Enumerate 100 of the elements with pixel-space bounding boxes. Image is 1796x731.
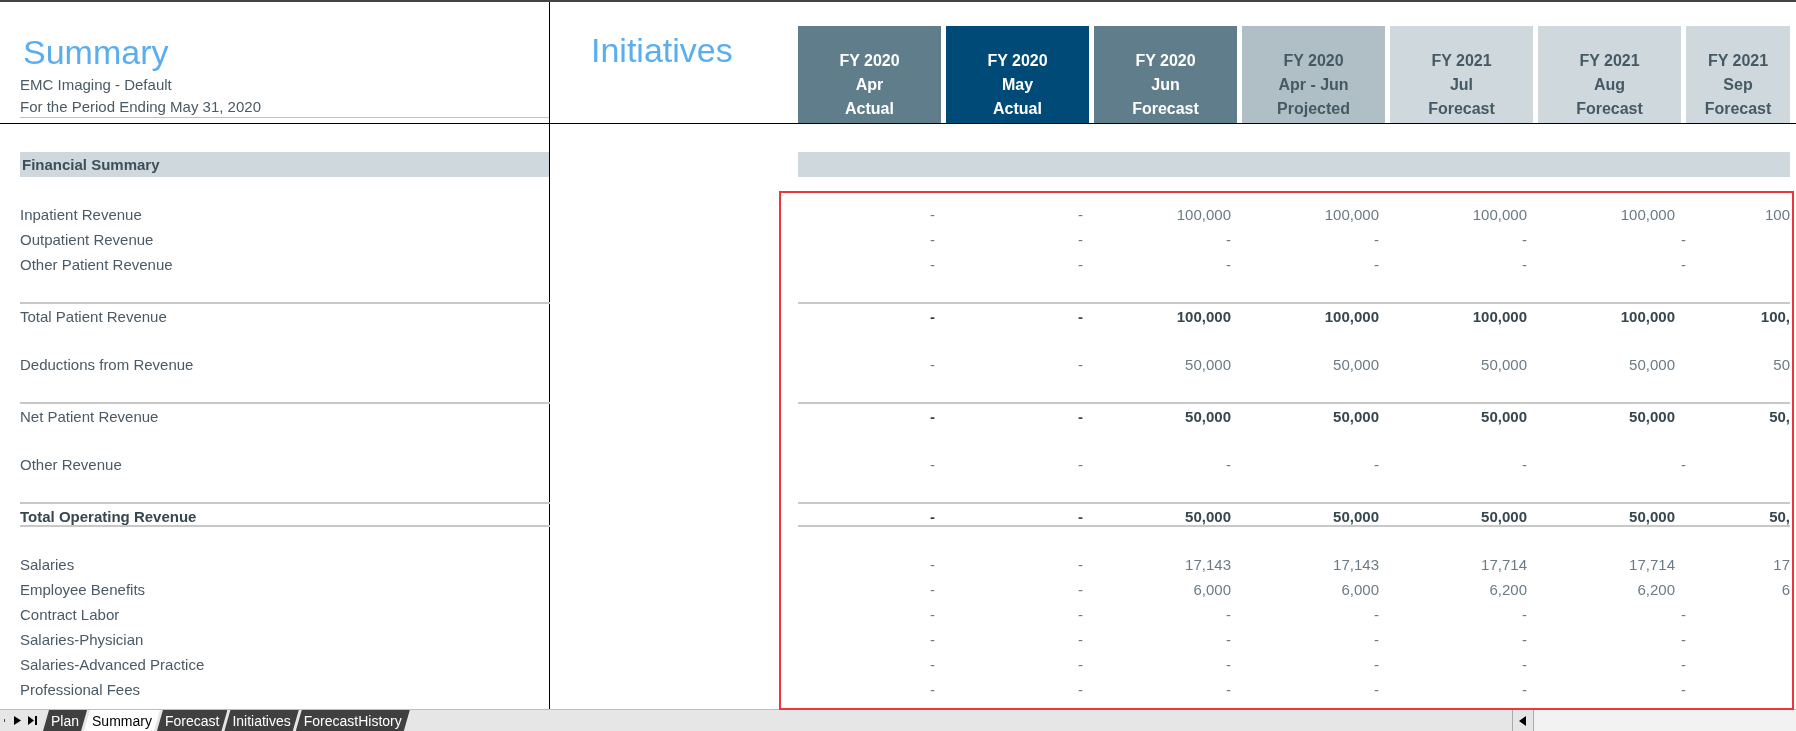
- column-header: FY 2021 Jul Forecast: [1390, 26, 1533, 123]
- table-cell-text: -: [1373, 230, 1380, 250]
- table-cell-text: 6,000: [1340, 580, 1380, 600]
- row-label: Outpatient Revenue: [20, 230, 155, 250]
- next-sheet-icon[interactable]: [13, 715, 22, 726]
- table-cell: 100,000: [1390, 302, 1538, 327]
- table-cell-text: 17,143: [1332, 555, 1380, 575]
- table-cell-text: 6,000: [1192, 580, 1232, 600]
- table-cell-text: -: [1077, 205, 1084, 225]
- column-header: FY 2020 Apr Actual: [798, 26, 941, 123]
- table-cell: 100,000: [1094, 302, 1242, 327]
- row-label: Professional Fees: [20, 680, 142, 700]
- table-cell: 100,: [1686, 302, 1790, 327]
- column-header: FY 2021 Sep Forecast: [1686, 26, 1790, 123]
- table-cell: 50,000: [1390, 502, 1538, 527]
- sheet-tab[interactable]: ForecastHistory: [295, 710, 410, 731]
- table-cell-text: 50: [1772, 355, 1790, 375]
- table-cell-text: -: [1077, 455, 1084, 475]
- table-cell-text: -: [1680, 455, 1686, 475]
- table-cell-text: -: [929, 355, 936, 375]
- table-cell-text: 6,200: [1636, 580, 1676, 600]
- table-cell-text: -: [1373, 655, 1380, 675]
- table-cell-text: -: [1521, 230, 1528, 250]
- table-cell-text: -: [1077, 255, 1084, 275]
- table-cell: 50,: [1686, 402, 1790, 427]
- column-header: FY 2020 May Actual: [946, 26, 1089, 123]
- table-cell-text: -: [1521, 455, 1528, 475]
- table-cell-text: 17,714: [1628, 555, 1676, 575]
- table-cell-text: -: [929, 555, 936, 575]
- table-cell-text: -: [1373, 255, 1380, 275]
- table-cell: -: [798, 302, 946, 327]
- table-cell-text: 100,000: [1619, 205, 1676, 225]
- table-cell-text: -: [1373, 680, 1380, 700]
- row-label: Salaries-Physician: [20, 630, 145, 650]
- table-cell-text: -: [1077, 630, 1084, 650]
- table-cell: -: [946, 502, 1094, 527]
- table-cell-text: -: [1680, 655, 1686, 675]
- table-cell: 50,000: [1538, 402, 1686, 427]
- table-cell-text: -: [1225, 455, 1232, 475]
- table-cell-text: -: [1225, 680, 1232, 700]
- table-cell: 50,000: [1094, 502, 1242, 527]
- table-cell: 50,: [1686, 502, 1790, 527]
- table-cell-text: -: [1225, 605, 1232, 625]
- table-cell-text: -: [929, 580, 936, 600]
- row-label: Financial Summary: [20, 152, 549, 177]
- table-cell-text: 50,000: [1332, 355, 1380, 375]
- table-cell-text: -: [929, 655, 936, 675]
- table-cell-text: -: [1077, 230, 1084, 250]
- table-cell-text: -: [929, 455, 936, 475]
- sheet-tab[interactable]: Summary: [84, 710, 160, 731]
- table-cell: -: [798, 402, 946, 427]
- last-sheet-icon[interactable]: [28, 715, 37, 726]
- table-cell-text: 17,143: [1184, 555, 1232, 575]
- sheet-tab[interactable]: Initiatives: [224, 710, 299, 731]
- table-cell-text: -: [1521, 630, 1528, 650]
- table-cell-text: -: [1077, 605, 1084, 625]
- entity-name: EMC Imaging - Default: [20, 75, 173, 95]
- row-label: Contract Labor: [20, 605, 121, 625]
- table-cell-text: -: [1521, 255, 1528, 275]
- table-cell-text: 100,000: [1323, 205, 1380, 225]
- table-cell-text: 6: [1780, 580, 1790, 600]
- table-cell: 50,000: [1094, 402, 1242, 427]
- horizontal-scrollbar[interactable]: [1512, 710, 1796, 731]
- sheet-tab[interactable]: Plan: [43, 710, 88, 731]
- period-text: For the Period Ending May 31, 2020: [20, 97, 549, 118]
- row-label: Salaries: [20, 555, 76, 575]
- table-cell-text: -: [1373, 605, 1380, 625]
- initiatives-title: Initiatives: [590, 31, 733, 69]
- table-cell-text: -: [1680, 230, 1686, 250]
- table-cell-text: 17,714: [1480, 555, 1528, 575]
- row-label: Inpatient Revenue: [20, 205, 143, 225]
- table-cell-text: -: [1373, 455, 1380, 475]
- table-cell-text: -: [1680, 680, 1686, 700]
- row-label: Total Patient Revenue: [20, 302, 550, 327]
- table-cell-text: 6,200: [1488, 580, 1528, 600]
- table-cell: 50,000: [1538, 502, 1686, 527]
- row-label: Other Patient Revenue: [20, 255, 174, 275]
- row-label: Deductions from Revenue: [20, 355, 195, 375]
- sheet-tab[interactable]: Forecast: [156, 710, 228, 731]
- table-cell-text: -: [1680, 630, 1686, 650]
- table-cell-text: -: [1680, 255, 1686, 275]
- table-cell-text: 50,000: [1480, 355, 1528, 375]
- table-cell-text: 100,000: [1175, 205, 1232, 225]
- row-label: Salaries-Advanced Practice: [20, 655, 206, 675]
- table-cell: 100,000: [1538, 302, 1686, 327]
- scroll-left-arrow-icon[interactable]: [1519, 715, 1527, 726]
- table-cell-text: 50,000: [1184, 355, 1232, 375]
- table-cell-text: -: [1680, 605, 1686, 625]
- table-cell-text: -: [1077, 355, 1084, 375]
- table-cell-text: -: [1077, 555, 1084, 575]
- table-cell-text: -: [1077, 655, 1084, 675]
- table-cell: 50,000: [1242, 402, 1390, 427]
- table-cell-text: -: [1077, 680, 1084, 700]
- table-cell-text: -: [1077, 580, 1084, 600]
- table-cell: 50,000: [1390, 402, 1538, 427]
- table-cell-text: -: [1373, 630, 1380, 650]
- table-cell-text: 100,000: [1471, 205, 1528, 225]
- table-cell-text: -: [1521, 605, 1528, 625]
- table-cell: 50,000: [1242, 502, 1390, 527]
- table-cell-text: -: [1225, 255, 1232, 275]
